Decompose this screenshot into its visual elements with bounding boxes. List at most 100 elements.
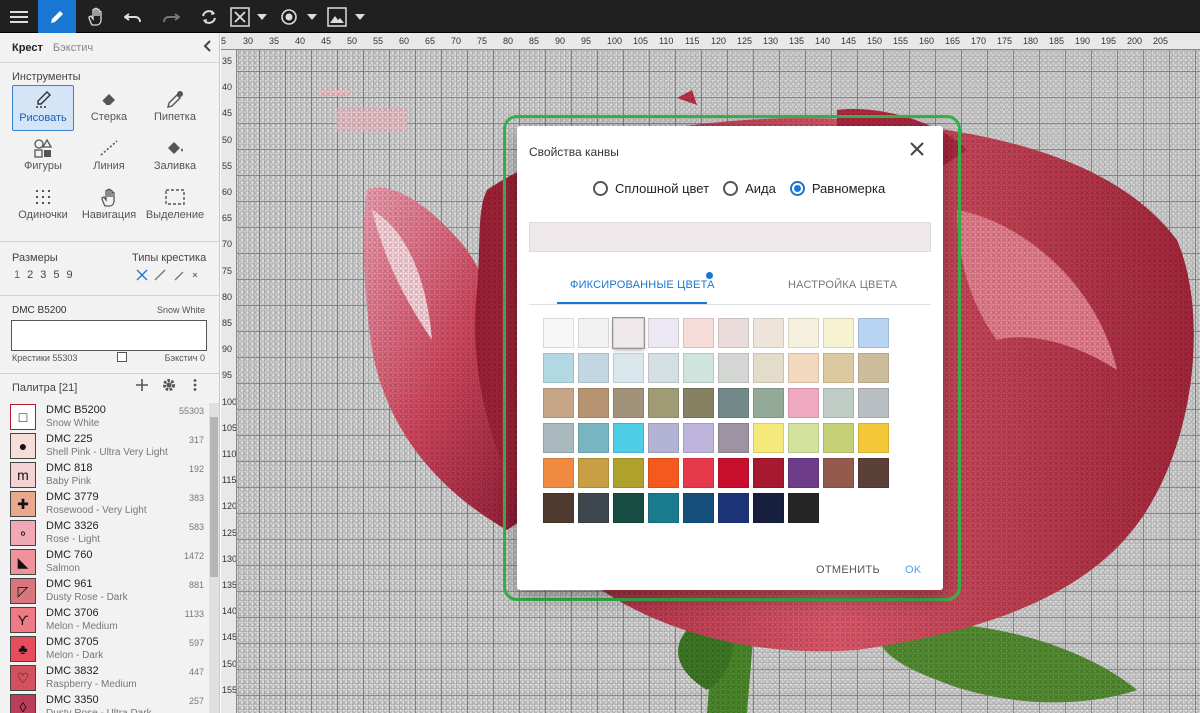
chevron-down-icon[interactable] xyxy=(304,0,320,33)
palette-row[interactable]: ● DMC 225 Shell Pink - Ultra Very Light 317 xyxy=(8,432,208,461)
color-swatch[interactable] xyxy=(683,423,714,453)
color-swatch[interactable] xyxy=(578,388,609,418)
tool-draw[interactable]: Рисовать xyxy=(12,85,74,131)
color-swatch[interactable] xyxy=(753,388,784,418)
scrollbar-thumb[interactable] xyxy=(210,417,218,577)
color-swatch[interactable] xyxy=(648,318,679,348)
palette-row[interactable]: ♣ DMC 3705 Melon - Dark 597 xyxy=(8,635,208,664)
chevron-left-icon[interactable] xyxy=(203,39,211,55)
color-swatch[interactable] xyxy=(718,388,749,418)
color-swatch[interactable] xyxy=(718,353,749,383)
tool-fill[interactable]: Заливка xyxy=(144,134,206,180)
color-swatch[interactable] xyxy=(613,423,644,453)
color-swatch[interactable] xyxy=(753,423,784,453)
close-icon[interactable] xyxy=(908,140,926,158)
color-swatch[interactable] xyxy=(753,493,784,523)
color-swatch[interactable] xyxy=(543,458,574,488)
palette-row[interactable]: □ DMC B5200 Snow White 55303 xyxy=(8,403,208,432)
radio-label[interactable]: Сплошной цвет xyxy=(615,181,709,196)
menu-icon[interactable] xyxy=(0,0,38,33)
color-swatch[interactable] xyxy=(823,353,854,383)
sync-icon[interactable] xyxy=(194,0,224,33)
tool-shapes[interactable]: Фигуры xyxy=(12,134,74,180)
color-swatch[interactable] xyxy=(683,493,714,523)
chevron-down-icon[interactable] xyxy=(254,0,270,33)
color-swatch[interactable] xyxy=(543,493,574,523)
color-swatch[interactable] xyxy=(788,423,819,453)
color-swatch[interactable] xyxy=(578,318,609,348)
tool-line[interactable]: Линия xyxy=(78,134,140,180)
size-option[interactable]: 9 xyxy=(67,269,73,281)
color-swatch[interactable] xyxy=(578,423,609,453)
color-swatch[interactable] xyxy=(788,458,819,488)
image-icon[interactable] xyxy=(324,0,350,33)
half-cross-icon[interactable] xyxy=(172,269,184,281)
color-swatch[interactable] xyxy=(683,458,714,488)
tab-fixed-colors[interactable]: ФИКСИРОВАННЫЕ ЦВЕТА xyxy=(570,279,715,291)
palette-scrollbar[interactable] xyxy=(209,403,219,713)
color-swatch[interactable] xyxy=(613,353,644,383)
color-swatch[interactable] xyxy=(858,318,889,348)
size-option[interactable]: 3 xyxy=(40,269,46,281)
ok-button[interactable]: OK xyxy=(905,564,922,576)
color-swatch[interactable] xyxy=(753,318,784,348)
gear-icon[interactable] xyxy=(162,378,176,395)
color-swatch[interactable] xyxy=(823,318,854,348)
current-color-swatch[interactable] xyxy=(11,320,207,351)
x-box-icon[interactable] xyxy=(228,0,252,33)
hand-icon[interactable] xyxy=(80,0,112,33)
color-swatch[interactable] xyxy=(648,423,679,453)
color-swatch[interactable] xyxy=(578,493,609,523)
undo-icon[interactable] xyxy=(118,0,148,33)
color-swatch[interactable] xyxy=(823,388,854,418)
color-swatch[interactable] xyxy=(543,423,574,453)
tab-backstitch[interactable]: Бэкстич xyxy=(53,42,93,54)
color-swatch[interactable] xyxy=(788,353,819,383)
palette-row[interactable]: ϒ DMC 3706 Melon - Medium 1133 xyxy=(8,606,208,635)
more-vert-icon[interactable] xyxy=(193,379,197,394)
color-swatch[interactable] xyxy=(683,318,714,348)
tool-selection[interactable]: Выделение xyxy=(144,183,206,229)
color-swatch[interactable] xyxy=(613,458,644,488)
color-swatch[interactable] xyxy=(683,353,714,383)
size-option[interactable]: 1 xyxy=(14,269,20,281)
color-swatch[interactable] xyxy=(718,493,749,523)
tool-pipette[interactable]: Пипетка xyxy=(144,85,206,131)
color-swatch[interactable] xyxy=(858,423,889,453)
small-cross-icon[interactable] xyxy=(190,270,200,280)
radio-aida[interactable] xyxy=(723,181,739,196)
palette-row[interactable]: m DMC 818 Baby Pink 192 xyxy=(8,461,208,490)
radio-label[interactable]: Аида xyxy=(745,181,776,196)
color-swatch[interactable] xyxy=(683,388,714,418)
cancel-button[interactable]: ОТМЕНИТЬ xyxy=(816,564,880,576)
color-swatch[interactable] xyxy=(543,318,574,348)
color-swatch[interactable] xyxy=(788,318,819,348)
color-swatch[interactable] xyxy=(543,388,574,418)
color-swatch[interactable] xyxy=(613,388,644,418)
color-swatch[interactable] xyxy=(823,423,854,453)
color-swatch[interactable] xyxy=(578,458,609,488)
color-swatch[interactable] xyxy=(858,458,889,488)
color-swatch[interactable] xyxy=(718,423,749,453)
color-swatch[interactable] xyxy=(788,493,819,523)
radio-evenweave[interactable] xyxy=(789,181,805,196)
color-swatch[interactable] xyxy=(718,318,749,348)
palette-row[interactable]: ◣ DMC 760 Salmon 1472 xyxy=(8,548,208,577)
color-swatch[interactable] xyxy=(718,458,749,488)
color-swatch[interactable] xyxy=(858,388,889,418)
size-option[interactable]: 2 xyxy=(27,269,33,281)
full-cross-icon[interactable] xyxy=(136,269,148,281)
palette-row[interactable]: ∘ DMC 3326 Rose - Light 583 xyxy=(8,519,208,548)
redo-icon[interactable] xyxy=(156,0,186,33)
tool-eraser[interactable]: Стерка xyxy=(78,85,140,131)
eye-icon[interactable] xyxy=(276,0,302,33)
radio-label[interactable]: Равномерка xyxy=(812,181,885,196)
pencil-icon[interactable] xyxy=(38,0,76,33)
color-swatch[interactable] xyxy=(648,388,679,418)
palette-row[interactable]: ◊ DMC 3350 Dusty Rose - Ultra Dark 257 xyxy=(8,693,208,713)
color-swatch[interactable] xyxy=(613,493,644,523)
palette-row[interactable]: ◸ DMC 961 Dusty Rose - Dark 881 xyxy=(8,577,208,606)
color-swatch[interactable] xyxy=(648,458,679,488)
color-swatch[interactable] xyxy=(543,353,574,383)
color-swatch[interactable] xyxy=(578,353,609,383)
